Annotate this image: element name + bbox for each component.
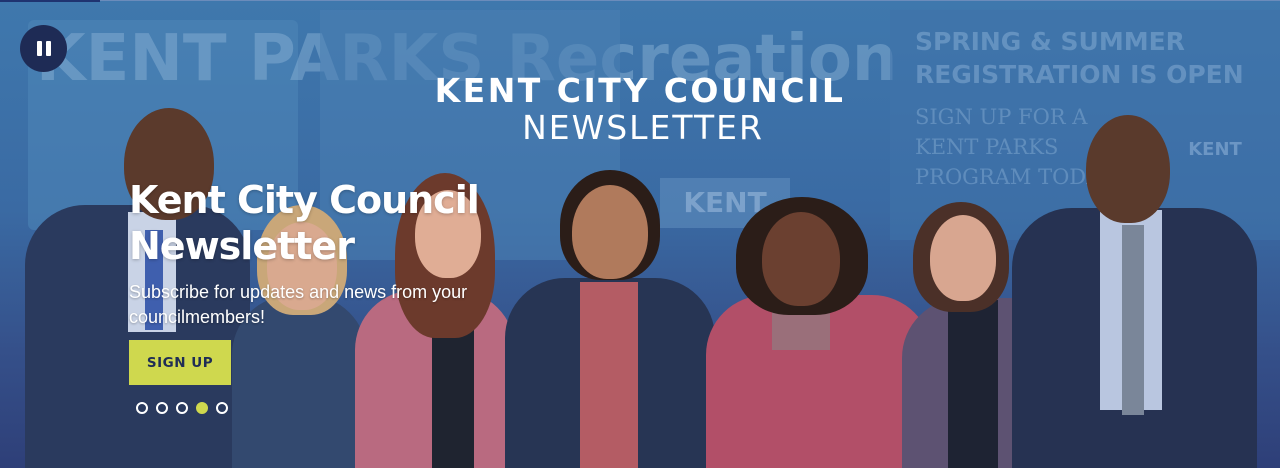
hero-carousel: KENT PARKS Recreation SPRING & SUMMER RE… — [0, 0, 1280, 468]
carousel-dot-3[interactable] — [176, 402, 188, 414]
carousel-dot-4[interactable] — [196, 402, 208, 414]
slide-headline: Kent City Council Newsletter — [129, 178, 480, 268]
pause-icon — [36, 41, 42, 56]
top-border-light — [100, 0, 1280, 1]
pause-icon-bar — [45, 41, 51, 56]
top-border — [0, 0, 100, 2]
sign-up-button[interactable]: SIGN UP — [129, 340, 231, 385]
pause-button[interactable] — [20, 25, 67, 72]
carousel-dot-1[interactable] — [136, 402, 148, 414]
newsletter-logo-title: KENT CITY COUNCIL — [434, 71, 846, 110]
newsletter-logo-subtitle: NEWSLETTER — [522, 108, 764, 147]
carousel-dot-5[interactable] — [216, 402, 228, 414]
slide-subtitle: Subscribe for updates and news from your… — [129, 282, 468, 327]
carousel-pagination — [136, 402, 228, 414]
carousel-dot-2[interactable] — [156, 402, 168, 414]
